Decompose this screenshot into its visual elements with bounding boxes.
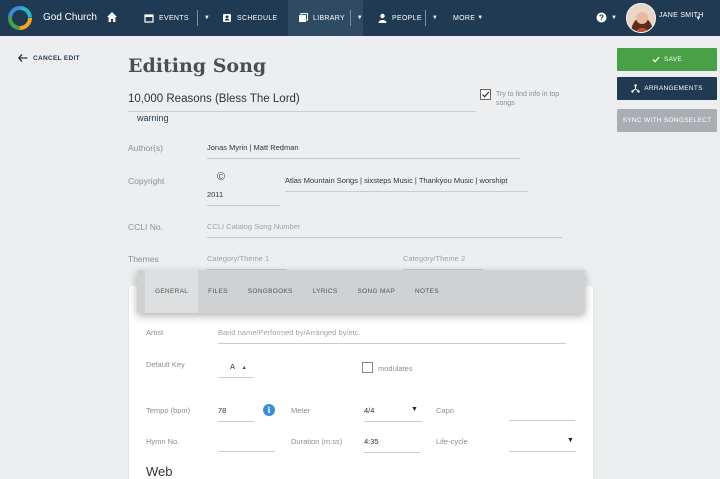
chevron-down-icon: ▼	[611, 14, 617, 21]
lifecycle-select[interactable]	[509, 437, 576, 452]
nav-more-label: MORE	[453, 14, 476, 22]
nav-schedule-label: SCHEDULE	[237, 14, 278, 22]
hymn-input[interactable]	[218, 437, 275, 452]
svg-text:?: ?	[599, 13, 604, 22]
capo-label: Capo	[436, 406, 454, 415]
app-logo[interactable]	[6, 4, 34, 32]
ccli-label: CCLI No.	[128, 222, 163, 232]
top-nav: God Church EVENTS ▼ SCHEDULE LIBRARY ▼ P…	[0, 0, 720, 36]
calendar-icon	[144, 13, 154, 23]
copyright-year-field[interactable]: 2011	[207, 190, 280, 206]
home-icon[interactable]	[106, 11, 118, 23]
default-key-label: Default Key	[146, 360, 185, 369]
dropdown-arrow-icon: ▼	[567, 437, 574, 444]
person-icon	[378, 13, 387, 23]
artist-label: Artist	[146, 328, 164, 337]
theme1-input[interactable]: Category/Theme 1	[207, 254, 287, 270]
arrangements-button[interactable]: ARRANGEMENTS	[617, 77, 717, 100]
caret-up-icon: ▲	[241, 365, 247, 371]
copyright-icon: ©	[217, 171, 226, 183]
arrangements-label: ARRANGEMENTS	[644, 85, 703, 92]
try-find-label: Try to find info in top songs	[496, 91, 560, 107]
nav-people[interactable]: PEOPLE ▼	[378, 0, 438, 36]
nav-events[interactable]: EVENTS ▼	[144, 0, 210, 36]
tempo-input[interactable]: 78	[218, 406, 254, 422]
page-title: Editing Song	[128, 55, 267, 77]
dropdown-arrow-icon: ▼	[411, 406, 418, 413]
help-icon: ?	[596, 12, 607, 23]
checkmark-icon	[652, 56, 660, 63]
person-card-icon	[222, 13, 232, 23]
duration-label: Duration (m:ss)	[291, 437, 343, 446]
chevron-down-icon: ▼	[477, 15, 484, 21]
authors-field[interactable]: Jonas Myrin | Matt Redman	[207, 143, 520, 159]
warning-text: warning	[137, 113, 169, 123]
tab-songbooks[interactable]: SONGBOOKS	[238, 270, 303, 313]
tab-notes[interactable]: NOTES	[405, 270, 449, 313]
nav-events-label: EVENTS	[159, 14, 189, 22]
chevron-down-icon[interactable]: ▼	[204, 15, 210, 21]
sync-songselect-button[interactable]: SYNC WITH SONGSELECT	[617, 109, 717, 132]
nav-people-label: PEOPLE	[392, 14, 422, 22]
tab-song-map[interactable]: SONG MAP	[348, 270, 405, 313]
default-key-value: A	[230, 362, 235, 371]
avatar[interactable]	[626, 3, 656, 33]
save-label: SAVE	[663, 56, 683, 63]
duration-input[interactable]: 4:35	[364, 437, 420, 453]
authors-label: Author(s)	[128, 143, 163, 153]
tab-lyrics[interactable]: LYRICS	[303, 270, 348, 313]
try-find-checkbox[interactable]	[480, 89, 491, 100]
nav-library-label: LIBRARY	[313, 14, 345, 22]
help-menu[interactable]: ? ▼	[596, 12, 617, 23]
arrow-left-icon	[18, 54, 28, 62]
save-button[interactable]: SAVE	[617, 48, 717, 71]
lifecycle-label: Life-cycle	[436, 437, 468, 446]
modulates-label: modulates	[378, 364, 413, 373]
copyright-label: Copyright	[128, 176, 165, 186]
chevron-down-icon[interactable]: ▼	[357, 15, 363, 21]
song-title-input[interactable]: 10,000 Reasons (Bless The Lord)	[128, 93, 476, 112]
artist-input[interactable]: Band name/Performed by/Arranged by/etc.	[218, 328, 566, 344]
tab-files[interactable]: FILES	[198, 270, 238, 313]
ccli-input[interactable]: CCLI Catalog Song Number	[207, 222, 562, 238]
church-name[interactable]: God Church	[43, 12, 97, 23]
chevron-down-icon[interactable]: ▼	[432, 15, 438, 21]
nav-schedule[interactable]: SCHEDULE	[222, 0, 278, 36]
theme2-input[interactable]: Category/Theme 2	[403, 254, 483, 270]
themes-label: Themes	[128, 254, 159, 264]
info-icon[interactable]: i	[263, 404, 275, 416]
default-key-select[interactable]: A ▲	[218, 362, 254, 378]
copyright-holders-field[interactable]: Atlas Mountain Songs | sixsteps Music | …	[285, 176, 528, 192]
nav-library[interactable]: LIBRARY ▼	[288, 0, 363, 36]
tempo-label: Tempo (bpm)	[146, 406, 191, 415]
capo-input[interactable]	[509, 406, 575, 421]
library-icon	[298, 13, 308, 23]
try-find-option[interactable]: Try to find info in top songs	[480, 89, 576, 108]
meter-label: Meter	[291, 406, 311, 415]
hymn-label: Hymn No.	[146, 437, 180, 446]
fork-icon	[631, 84, 640, 93]
tab-bar: GENERAL FILES SONGBOOKS LYRICS SONG MAP …	[137, 270, 585, 313]
sync-label: SYNC WITH SONGSELECT	[622, 117, 712, 124]
modulates-checkbox[interactable]	[362, 362, 373, 373]
cancel-edit-button[interactable]: CANCEL EDIT	[18, 54, 80, 62]
nav-more[interactable]: MORE ▼	[453, 0, 483, 36]
cancel-edit-label: CANCEL EDIT	[33, 54, 80, 62]
tab-general[interactable]: GENERAL	[145, 270, 199, 313]
user-menu[interactable]: JANE SMITH ▼	[659, 12, 704, 22]
web-section-heading: Web	[146, 464, 173, 479]
checkmark-icon	[482, 91, 490, 98]
